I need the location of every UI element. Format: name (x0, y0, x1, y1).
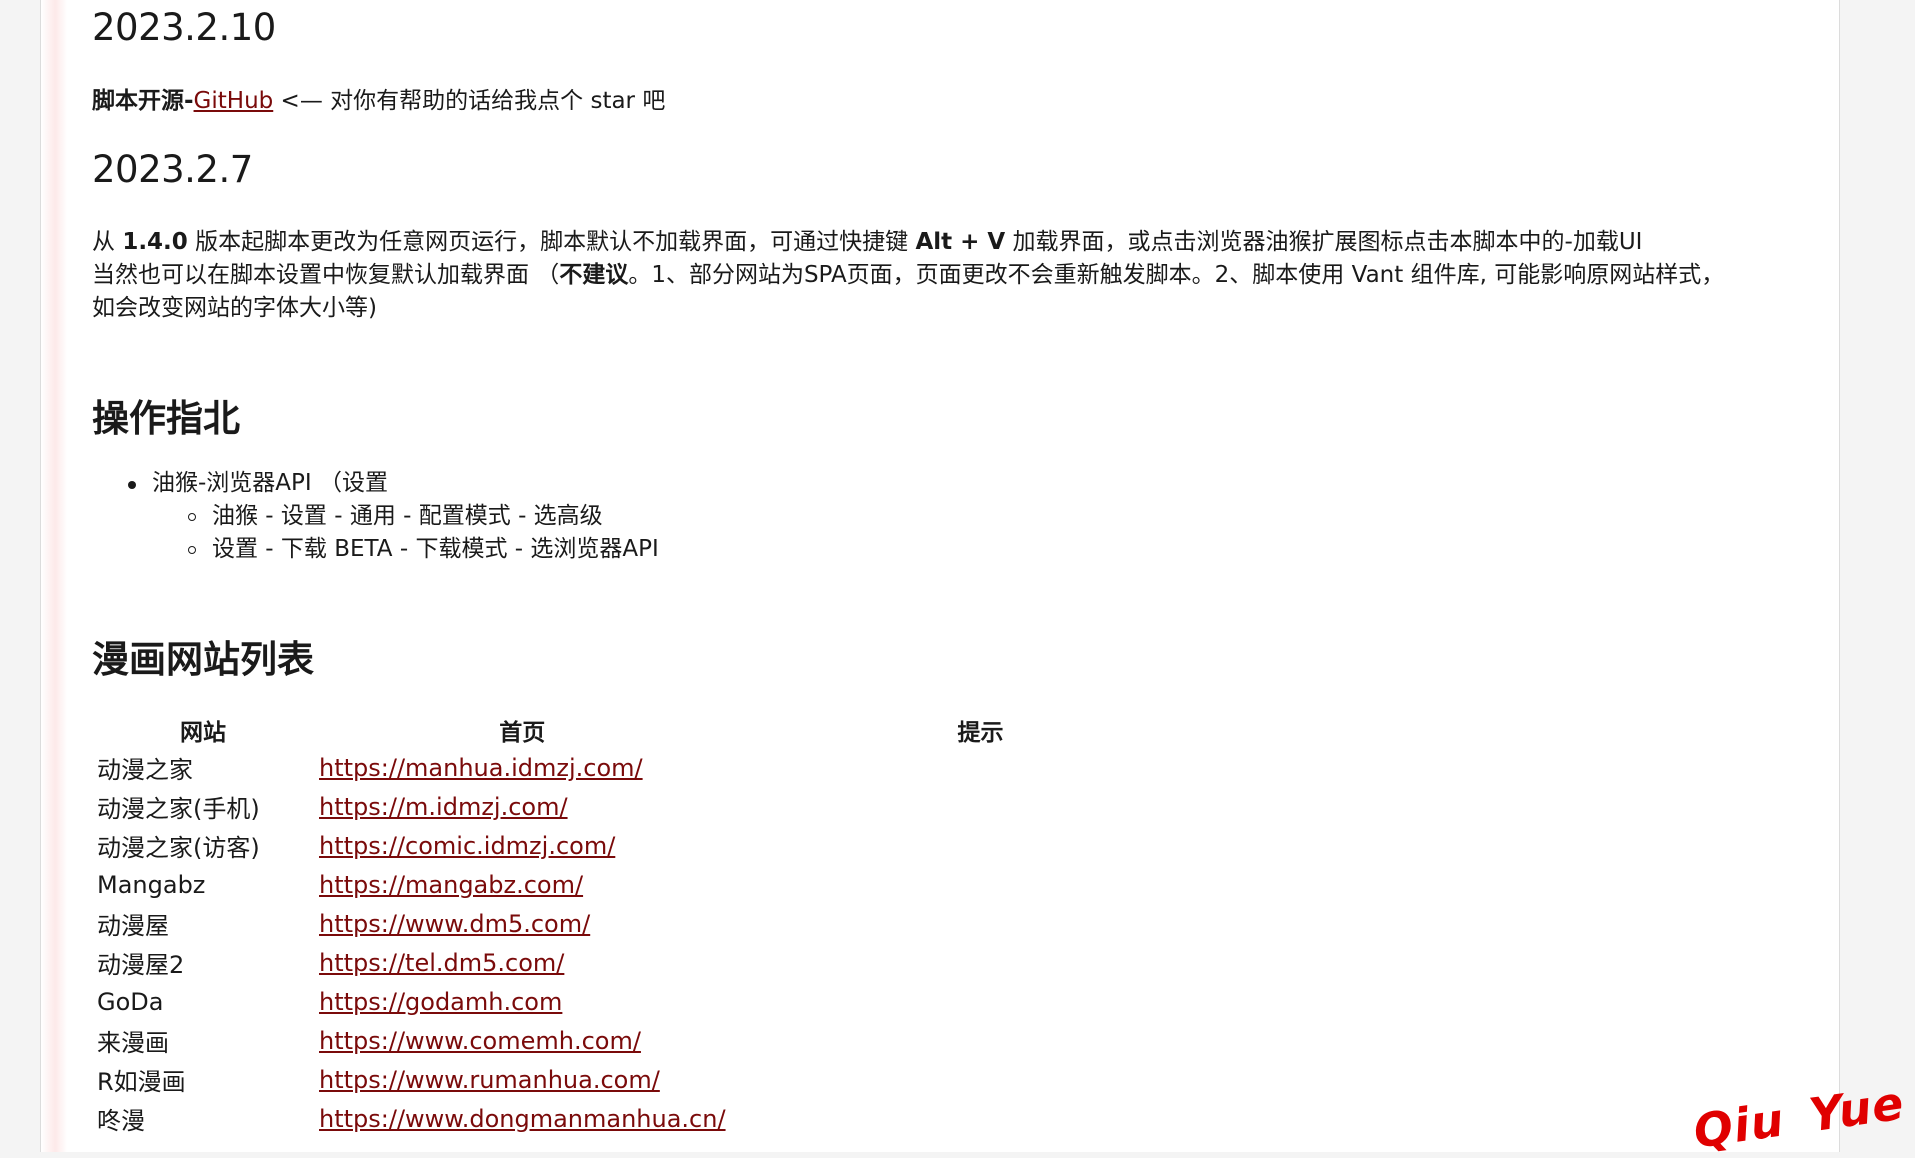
site-name: 动漫之家(访客) (97, 834, 260, 862)
version-heading-2023-2-10: 2023.2.10 (92, 6, 276, 49)
site-url-link[interactable]: https://mangabz.com/ (319, 871, 583, 899)
site-table: 网站 首页 提示 动漫之家 https://manhua.idmzj.com/ 动… (92, 711, 1231, 1138)
notes-line-2: 当然也可以在脚本设置中恢复默认加载界面 （不建议。1、部分网站为SPA页面，页面… (92, 259, 1822, 292)
site-tip (731, 1060, 1231, 1099)
table-row: 咚漫 https://www.dongmanmanhua.cn/ (92, 1099, 1231, 1138)
table-row: 来漫画 https://www.comemh.com/ (92, 1021, 1231, 1060)
site-tip (731, 787, 1231, 826)
site-list-heading: 漫画网站列表 (92, 638, 314, 681)
notes-text: 当然也可以在脚本设置中恢复默认加载界面 （ (92, 262, 560, 288)
guide-heading: 操作指北 (92, 397, 240, 440)
site-name: Mangabz (97, 870, 206, 899)
table-row: 动漫之家(访客) https://comic.idmzj.com/ (92, 826, 1231, 865)
site-tip (731, 982, 1231, 1021)
site-tip (731, 904, 1231, 943)
guide-list: 油猴-浏览器API （设置 油猴 - 设置 - 通用 - 配置模式 - 选高级 … (92, 467, 992, 566)
site-url-link[interactable]: https://www.comemh.com/ (319, 1027, 641, 1055)
site-name: 来漫画 (97, 1029, 169, 1057)
notes-text: 加载界面，或点击浏览器油猴扩展图标点击本脚本中的-加载UI (1005, 229, 1643, 255)
guide-subitem-1: 油猴 - 设置 - 通用 - 配置模式 - 选高级 (92, 500, 992, 533)
site-name: 动漫之家 (97, 756, 193, 784)
notes-line-3: 如会改变网站的字体大小等) (92, 295, 377, 321)
github-link[interactable]: GitHub (194, 88, 274, 114)
table-row: Mangabz https://mangabz.com/ (92, 865, 1231, 904)
site-url-link[interactable]: https://comic.idmzj.com/ (319, 832, 615, 860)
site-tip (731, 826, 1231, 865)
table-row: GoDa https://godamh.com (92, 982, 1231, 1021)
table-row: 动漫屋 https://www.dm5.com/ (92, 904, 1231, 943)
site-name: 动漫之家(手机) (97, 795, 260, 823)
notes-text: 。1、部分网站为SPA页面，页面更改不会重新触发脚本。2、脚本使用 Vant 组… (628, 262, 1725, 288)
site-name: 动漫屋 (97, 912, 169, 940)
site-tip (731, 1021, 1231, 1060)
notes-text: 从 (92, 229, 123, 255)
site-name: 动漫屋2 (97, 951, 185, 979)
left-accent-edge (41, 0, 67, 1152)
site-tip (731, 943, 1231, 982)
site-url-link[interactable]: https://www.dongmanmanhua.cn/ (319, 1105, 726, 1133)
site-name: 咚漫 (97, 1107, 145, 1135)
open-source-line: 脚本开源-GitHub <— 对你有帮助的话给我点个 star 吧 (92, 85, 665, 118)
watermark-text-b: Yue (1805, 1075, 1908, 1143)
document-page: 2023.2.10 脚本开源-GitHub <— 对你有帮助的话给我点个 sta… (40, 0, 1840, 1152)
site-name: R如漫画 (97, 1068, 186, 1096)
site-url-link[interactable]: https://manhua.idmzj.com/ (319, 754, 643, 782)
site-tip (731, 865, 1231, 904)
table-row: 动漫之家 https://manhua.idmzj.com/ (92, 748, 1231, 787)
header-tip: 提示 (957, 719, 1004, 746)
table-row: 动漫屋2 https://tel.dm5.com/ (92, 943, 1231, 982)
version-notes: 从 1.4.0 版本起脚本更改为任意网页运行，脚本默认不加载界面，可通过快捷键 … (92, 226, 1822, 325)
table-header-row: 网站 首页 提示 (92, 711, 1231, 748)
table-row: R如漫画 https://www.rumanhua.com/ (92, 1060, 1231, 1099)
site-url-link[interactable]: https://m.idmzj.com/ (319, 793, 568, 821)
open-source-label: 脚本开源- (92, 88, 194, 114)
table-row: 动漫之家(手机) https://m.idmzj.com/ (92, 787, 1231, 826)
site-url-link[interactable]: https://www.rumanhua.com/ (319, 1066, 660, 1094)
header-site: 网站 (180, 719, 226, 746)
notes-text: 版本起脚本更改为任意网页运行，脚本默认不加载界面，可通过快捷键 (187, 229, 916, 255)
version-heading-2023-2-7: 2023.2.7 (92, 148, 253, 191)
star-request-text: <— 对你有帮助的话给我点个 star 吧 (273, 88, 666, 114)
header-homepage: 首页 (499, 719, 546, 746)
shortcut-key: Alt + V (915, 229, 1006, 255)
site-name: GoDa (97, 987, 164, 1016)
notes-line-1: 从 1.4.0 版本起脚本更改为任意网页运行，脚本默认不加载界面，可通过快捷键 … (92, 226, 1822, 259)
site-tip (731, 748, 1231, 787)
site-url-link[interactable]: https://www.dm5.com/ (319, 910, 590, 938)
not-recommended: 不建议 (559, 262, 629, 288)
site-tip (731, 1099, 1231, 1138)
site-url-link[interactable]: https://godamh.com (319, 988, 562, 1016)
version-number: 1.4.0 (122, 229, 188, 255)
site-url-link[interactable]: https://tel.dm5.com/ (319, 949, 564, 977)
guide-subitem-2: 设置 - 下载 BETA - 下载模式 - 选浏览器API (92, 533, 992, 566)
guide-item: 油猴-浏览器API （设置 (92, 467, 992, 500)
